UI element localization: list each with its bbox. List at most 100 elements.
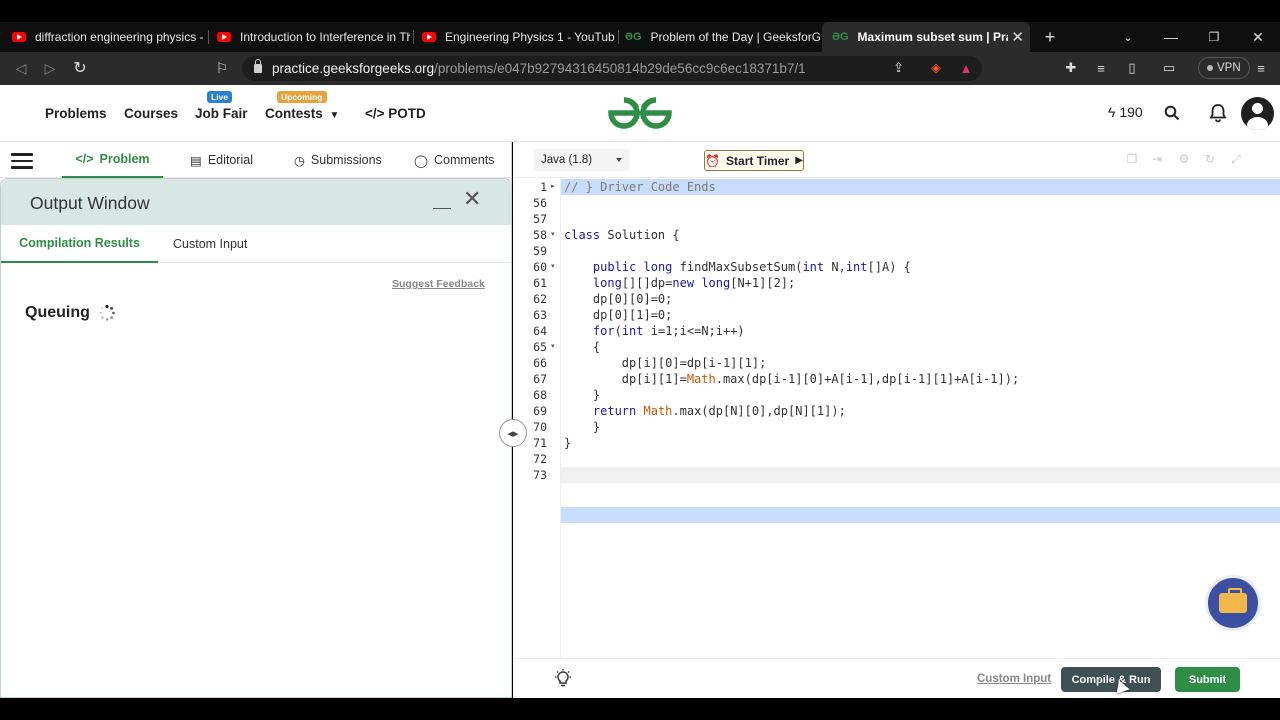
upcoming-badge: Upcoming <box>277 91 327 103</box>
reload-icon[interactable]: ↻ <box>70 58 90 78</box>
browser-tab-bar: diffraction engineering physics - Y Intr… <box>0 22 1280 52</box>
code-area[interactable]: // } Driver Code Ends class Solution { pu… <box>560 178 1280 658</box>
fold-arrow-icon[interactable]: ▸ <box>551 179 555 195</box>
nav-potd[interactable]: </> POTD <box>365 106 426 121</box>
chat-support-button[interactable] <box>1205 575 1261 631</box>
sidebar-icon[interactable]: ▯ <box>1123 59 1141 77</box>
browser-tab-active[interactable]: ƏG Maximum subset sum | Practi ✕ <box>822 22 1030 52</box>
problem-tabs: </> Problem ▤ Editorial ◷ Submissions ◯ … <box>0 142 512 178</box>
gfg-logo[interactable] <box>607 95 673 131</box>
bell-icon[interactable] <box>1209 103 1227 123</box>
url-field[interactable]: practice.geeksforgeeks.org /problems/e04… <box>242 56 982 81</box>
caret-down-icon <box>616 158 622 162</box>
brave-shield-icon[interactable]: ◈ <box>927 59 945 77</box>
document-icon: ▤ <box>190 153 202 168</box>
editor-toolbar: Java (1.8) ⏰ Start Timer ▶ ❐ ⇥ ⚙ ↻ ⤢ <box>513 142 1280 178</box>
lock-icon <box>254 59 262 73</box>
fullscreen-icon[interactable]: ⤢ <box>1229 152 1243 166</box>
output-window: Output Window ✕ Compilation Results Cust… <box>0 178 512 698</box>
reset-icon[interactable]: ↻ <box>1203 152 1217 166</box>
tab-submissions[interactable]: ◷ Submissions <box>294 142 382 178</box>
start-timer-button[interactable]: ⏰ Start Timer ▶ <box>704 150 804 171</box>
line-number: 69 <box>533 404 547 418</box>
wallet-icon[interactable]: ▭ <box>1160 59 1178 77</box>
nav-potd-label: POTD <box>388 106 426 121</box>
suggest-feedback-link[interactable]: Suggest Feedback <box>392 278 485 290</box>
line-number: 68 <box>533 388 547 402</box>
streak-counter[interactable]: ϟ 190 <box>1108 104 1143 120</box>
settings-icon[interactable]: ⚙ <box>1177 152 1191 166</box>
submit-button[interactable]: Submit <box>1175 667 1240 692</box>
forward-icon[interactable]: ▷ <box>40 58 60 78</box>
briefcase-icon <box>1219 588 1247 613</box>
nav-job-fair[interactable]: Job Fair <box>195 106 248 121</box>
youtube-icon <box>422 32 436 42</box>
vpn-button[interactable]: VPN <box>1198 57 1250 79</box>
tab-custom-input[interactable]: Custom Input <box>173 225 247 263</box>
copy-icon[interactable]: ❐ <box>1125 152 1139 166</box>
editor-footer: Custom Input Compile & Run Submit <box>513 658 1280 698</box>
nav-courses[interactable]: Courses <box>124 106 178 121</box>
lightbulb-icon[interactable] <box>553 669 573 689</box>
tab-editorial[interactable]: ▤ Editorial <box>190 142 253 178</box>
search-icon[interactable] <box>1164 105 1180 121</box>
panel-resize-handle[interactable]: ◂▸ <box>499 419 527 447</box>
tab-problem[interactable]: </> Problem <box>62 142 163 178</box>
line-number: 64 <box>533 324 547 338</box>
share-icon[interactable]: ⇪ <box>893 60 904 76</box>
browser-tab[interactable]: diffraction engineering physics - Y <box>0 22 205 52</box>
url-path: /problems/e047b92794316450814b29de56cc9c… <box>434 61 806 76</box>
nav-contests[interactable]: Contests ▼ <box>265 106 339 121</box>
minimize-icon[interactable]: — <box>1151 22 1191 52</box>
code-editor-panel: Java (1.8) ⏰ Start Timer ▶ ❐ ⇥ ⚙ ↻ ⤢ 1 ▸ 5… <box>513 142 1280 698</box>
nav-problems[interactable]: Problems <box>45 106 107 121</box>
fold-arrow-icon[interactable]: ▾ <box>551 227 555 243</box>
browser-tab[interactable]: ƏG Problem of the Day | GeeksforGee <box>615 22 820 52</box>
extensions-icon[interactable]: ✚ <box>1062 59 1080 77</box>
status-text: Queuing <box>25 304 90 321</box>
language-value: Java (1.8) <box>541 154 593 166</box>
restore-icon[interactable]: ❐ <box>1194 22 1234 52</box>
alarm-icon: ⏰ <box>705 153 721 168</box>
hamburger-icon[interactable] <box>11 153 33 169</box>
browser-tab[interactable]: Engineering Physics 1 - YouTube <box>410 22 615 52</box>
menu-icon[interactable]: ≡ <box>1252 59 1270 77</box>
back-icon[interactable]: ◁ <box>11 58 31 78</box>
compile-run-button[interactable]: Compile & Run <box>1061 667 1161 692</box>
line-number-gutter: 1 ▸ 56 57 58 ▾ 59 60 ▾ 61 62 63 64 65 ▾ 66 67 68 69 70 71 72 7… <box>513 178 560 658</box>
address-bar-row: ◁ ▷ ↻ ⚐ practice.geeksforgeeks.org /prob… <box>0 52 1280 85</box>
line-number: 67 <box>533 372 547 386</box>
code-line: dp[0][0]=0; <box>564 292 673 306</box>
code-line: dp[i][0]=dp[i-1][1]; <box>564 356 767 370</box>
code-line: for(int i=1;i<=N;i++) <box>592 324 745 338</box>
line-number: 62 <box>533 292 547 306</box>
spinner-icon <box>99 304 115 321</box>
vpn-status-icon <box>1207 65 1213 71</box>
line-number: 73 <box>533 468 547 482</box>
fold-arrow-icon[interactable]: ▾ <box>551 339 555 355</box>
output-window-title: Output Window <box>30 193 150 213</box>
fold-arrow-icon[interactable]: ▾ <box>551 259 555 275</box>
custom-input-link[interactable]: Custom Input <box>977 673 1051 685</box>
upload-icon[interactable]: ⇥ <box>1150 152 1164 166</box>
tab-comments-label: Comments <box>434 153 495 167</box>
line-number: 66 <box>533 356 547 370</box>
bookmark-icon[interactable]: ⚐ <box>212 58 232 78</box>
minimize-output-icon[interactable] <box>433 191 451 209</box>
tab-comments[interactable]: ◯ Comments <box>414 142 494 178</box>
browser-tab[interactable]: Introduction to Interference in Thi <box>205 22 410 52</box>
site-header: Problems Courses Live Job Fair Upcoming … <box>0 85 1280 142</box>
chevron-down-icon: ▼ <box>329 110 340 121</box>
language-select[interactable]: Java (1.8) <box>534 149 630 171</box>
brave-rewards-icon[interactable]: ▲ <box>957 59 975 77</box>
close-output-icon[interactable]: ✕ <box>463 188 481 210</box>
avatar[interactable] <box>1241 97 1274 130</box>
tab-compilation-results[interactable]: Compilation Results <box>1 225 158 263</box>
playlist-icon[interactable]: ≡ <box>1092 59 1110 77</box>
play-icon: ▶ <box>795 155 803 166</box>
close-tab-icon[interactable]: ✕ <box>1011 28 1024 46</box>
close-window-icon[interactable]: ✕ <box>1238 22 1278 52</box>
code-line: } <box>564 436 572 450</box>
new-tab-icon[interactable]: + <box>1030 22 1070 52</box>
tab-search-chevron-icon[interactable]: ⌄ <box>1108 22 1148 52</box>
